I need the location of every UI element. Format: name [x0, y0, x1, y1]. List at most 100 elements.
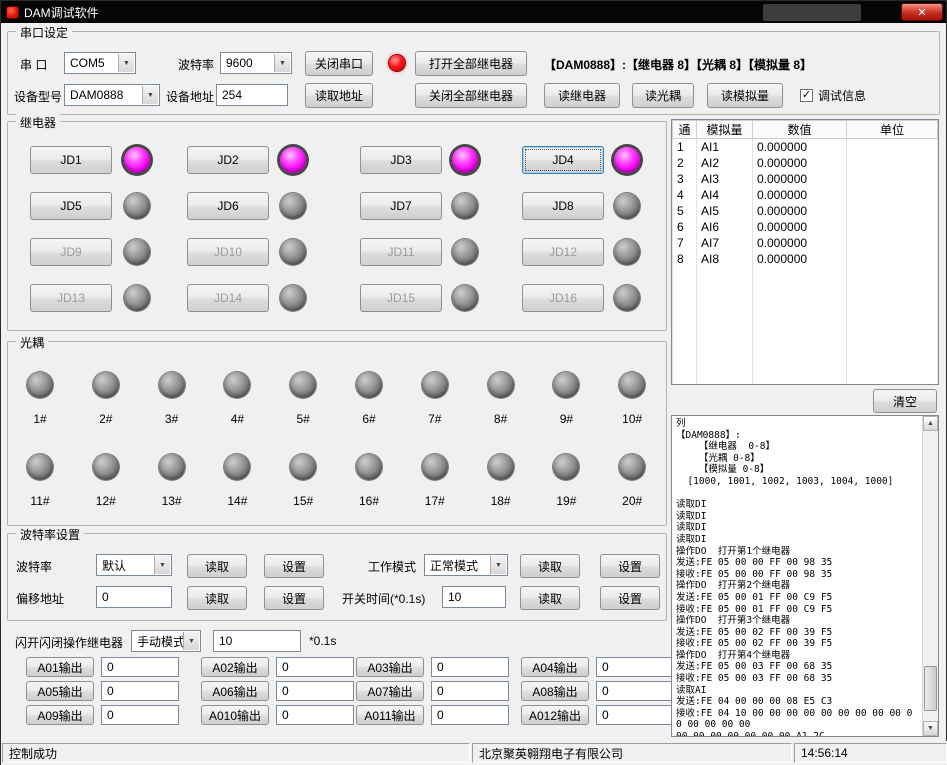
baud-read-button[interactable]: 读取: [187, 554, 247, 578]
relay-button-jd9[interactable]: JD9: [30, 238, 112, 266]
debug-info-label: 调试信息: [818, 87, 866, 104]
device-model-value: DAM0888: [70, 88, 123, 102]
flash-time-input[interactable]: 10: [213, 630, 301, 652]
output-value-input-6[interactable]: 0: [276, 681, 354, 701]
com-port-select[interactable]: COM5: [64, 52, 136, 74]
work-mode-select[interactable]: 正常模式: [424, 554, 508, 576]
log-scrollbar[interactable]: [922, 416, 938, 736]
read-address-button[interactable]: 读取地址: [305, 83, 373, 108]
relay-led-jd9: [124, 239, 150, 265]
relay-button-jd12[interactable]: JD12: [522, 238, 604, 266]
output-button-a08输出[interactable]: A08输出: [521, 681, 589, 701]
offset-read-button[interactable]: 读取: [187, 586, 247, 610]
relay-button-jd14[interactable]: JD14: [187, 284, 269, 312]
output-button-a02输出[interactable]: A02输出: [201, 657, 269, 677]
read-analog-button[interactable]: 读模拟量: [707, 83, 783, 108]
table-row: 8AI80.000000: [673, 251, 938, 267]
analog-table-header: 通 模拟量 数值 单位: [673, 121, 938, 139]
opto-led-18: [488, 454, 514, 480]
relay-led-jd5: [124, 193, 150, 219]
chevron-down-icon[interactable]: [142, 86, 158, 104]
output-value-input-11[interactable]: 0: [431, 705, 509, 725]
output-button-a04输出[interactable]: A04输出: [521, 657, 589, 677]
output-button-a05输出[interactable]: A05输出: [26, 681, 94, 701]
close-all-relays-button[interactable]: 关闭全部继电器: [415, 83, 527, 108]
chevron-down-icon[interactable]: [183, 632, 199, 650]
title-bar[interactable]: DAM调试软件 ✕: [1, 1, 946, 23]
switch-time-input[interactable]: 10: [442, 586, 506, 608]
scrollbar-thumb[interactable]: [924, 666, 937, 711]
flash-mode-select[interactable]: 手动模式: [131, 630, 201, 652]
scroll-up-icon[interactable]: [923, 416, 938, 431]
relay-button-jd5[interactable]: JD5: [30, 192, 112, 220]
relay-button-jd8[interactable]: JD8: [522, 192, 604, 220]
baud-rate-select[interactable]: 9600: [220, 52, 292, 74]
analog-cell: 0.000000: [753, 171, 847, 187]
relay-button-jd6[interactable]: JD6: [187, 192, 269, 220]
relay-button-jd2[interactable]: JD2: [187, 146, 269, 174]
read-opto-button[interactable]: 读光耦: [632, 83, 694, 108]
output-button-a06输出[interactable]: A06输出: [201, 681, 269, 701]
output-value-input-5[interactable]: 0: [101, 681, 179, 701]
output-value-input-12[interactable]: 0: [596, 705, 674, 725]
scroll-down-icon[interactable]: [923, 721, 938, 736]
open-all-relays-button[interactable]: 打开全部继电器: [415, 51, 527, 76]
output-button-a012输出[interactable]: A012输出: [521, 705, 589, 725]
relay-button-jd10[interactable]: JD10: [187, 238, 269, 266]
debug-info-checkbox[interactable]: 调试信息: [800, 87, 866, 104]
analog-table-panel[interactable]: 通 模拟量 数值 单位 1AI10.0000002AI20.0000003AI3…: [671, 119, 939, 385]
output-button-a010输出[interactable]: A010输出: [201, 705, 269, 725]
output-value-input-1[interactable]: 0: [101, 657, 179, 677]
relay-button-jd16[interactable]: JD16: [522, 284, 604, 312]
chevron-down-icon[interactable]: [490, 556, 506, 574]
opto-label-19: 19#: [540, 494, 592, 508]
chevron-down-icon[interactable]: [274, 54, 290, 72]
relay-button-jd4[interactable]: JD4: [522, 146, 604, 174]
relay-button-jd7[interactable]: JD7: [360, 192, 442, 220]
baud-set-button[interactable]: 设置: [264, 554, 324, 578]
device-address-input[interactable]: 254: [216, 84, 288, 106]
relay-button-jd15[interactable]: JD15: [360, 284, 442, 312]
offset-set-button[interactable]: 设置: [264, 586, 324, 610]
opto-led-11: [27, 454, 53, 480]
opto-group: 光耦 1#2#3#4#5#6#7#8#9#10#11#12#13#14#15#1…: [7, 341, 667, 526]
relay-button-jd1[interactable]: JD1: [30, 146, 112, 174]
output-value-input-4[interactable]: 0: [596, 657, 674, 677]
work-mode-read-button[interactable]: 读取: [520, 554, 580, 578]
device-model-select[interactable]: DAM0888: [64, 84, 160, 106]
baud-default-select[interactable]: 默认: [96, 554, 172, 576]
chevron-down-icon[interactable]: [154, 556, 170, 574]
debug-log-panel[interactable]: 列 【DAM0888】: 【继电器 0-8】 【光耦 0-8】 【模拟量 0-8…: [671, 415, 939, 737]
output-value-input-3[interactable]: 0: [431, 657, 509, 677]
output-button-a03输出[interactable]: A03输出: [356, 657, 424, 677]
analog-cell: 0.000000: [753, 235, 847, 251]
output-value-input-9[interactable]: 0: [101, 705, 179, 725]
output-button-a011输出[interactable]: A011输出: [356, 705, 424, 725]
output-value-input-10[interactable]: 0: [276, 705, 354, 725]
work-mode-set-button[interactable]: 设置: [600, 554, 660, 578]
output-button-a07输出[interactable]: A07输出: [356, 681, 424, 701]
switch-time-set-button[interactable]: 设置: [600, 586, 660, 610]
opto-group-title: 光耦: [16, 334, 48, 351]
output-value-input-7[interactable]: 0: [431, 681, 509, 701]
opto-label-7: 7#: [409, 412, 461, 426]
output-value-input-2[interactable]: 0: [276, 657, 354, 677]
work-mode-label: 工作模式: [368, 558, 416, 575]
output-button-a09输出[interactable]: A09输出: [26, 705, 94, 725]
relay-led-jd15: [452, 285, 478, 311]
switch-time-read-button[interactable]: 读取: [520, 586, 580, 610]
offset-address-input[interactable]: 0: [96, 586, 172, 608]
close-serial-button[interactable]: 关闭串口: [305, 51, 373, 76]
read-relays-button[interactable]: 读继电器: [544, 83, 620, 108]
close-button[interactable]: ✕: [901, 3, 943, 21]
chevron-down-icon[interactable]: [118, 54, 134, 72]
opto-led-12: [93, 454, 119, 480]
clear-button[interactable]: 清空: [873, 389, 937, 413]
app-icon: [6, 6, 19, 19]
relay-button-jd3[interactable]: JD3: [360, 146, 442, 174]
relay-button-jd13[interactable]: JD13: [30, 284, 112, 312]
relay-button-jd11[interactable]: JD11: [360, 238, 442, 266]
output-button-a01输出[interactable]: A01输出: [26, 657, 94, 677]
output-value-input-8[interactable]: 0: [596, 681, 674, 701]
analog-cell: 4: [673, 187, 697, 203]
